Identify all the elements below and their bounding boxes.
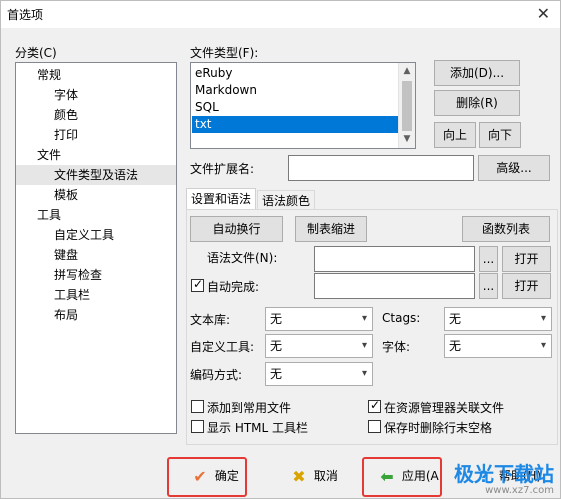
file-type-item[interactable]: Markdown [192, 82, 399, 99]
file-type-item[interactable]: SQL [192, 99, 399, 116]
chevron-down-icon: ▾ [361, 340, 367, 351]
ctags-select[interactable]: 无 ▾ [444, 307, 552, 331]
chevron-down-icon: ▾ [361, 313, 367, 324]
category-label: 分类(C) [15, 46, 57, 60]
ctags-value: 无 [449, 312, 462, 326]
scroll-up-icon[interactable]: ▲ [399, 63, 415, 80]
trim-trailing-checkbox[interactable] [368, 420, 381, 433]
tree-item[interactable]: 文件 [16, 145, 176, 165]
add-common-checkbox[interactable] [191, 400, 204, 413]
file-type-item[interactable]: eRuby [192, 65, 399, 82]
tab-syntax-color[interactable]: 语法颜色 [257, 190, 316, 210]
chevron-down-icon: ▾ [361, 368, 367, 379]
explorer-assoc-checkbox[interactable]: ✓ [368, 398, 381, 413]
title-bar: 首选项 ✕ [1, 1, 560, 28]
auto-complete-open-button[interactable]: 打开 [502, 273, 551, 299]
chevron-down-icon: ▾ [540, 313, 546, 324]
file-type-label: 文件类型(F): [190, 46, 259, 60]
scroll-down-icon[interactable]: ▼ [399, 131, 415, 148]
auto-complete-checkbox[interactable]: ✓ [191, 277, 204, 292]
tree-item[interactable]: 布局 [16, 305, 176, 325]
cancel-label: 取消 [313, 469, 338, 483]
tree-item[interactable]: 键盘 [16, 245, 176, 265]
close-icon[interactable]: ✕ [537, 4, 550, 23]
add-file-type-button[interactable]: 添加(D)... [434, 60, 520, 86]
tree-item[interactable]: 模板 [16, 185, 176, 205]
custom-tool-label: 自定义工具: [190, 340, 255, 354]
auto-wrap-button[interactable]: 自动换行 [190, 216, 283, 242]
file-type-list[interactable]: eRuby Markdown SQL txt ▲ ▼ [190, 62, 416, 149]
explorer-assoc-label: 在资源管理器关联文件 [384, 401, 505, 415]
auto-complete-input[interactable] [314, 273, 475, 299]
auto-complete-browse-button[interactable]: ... [479, 273, 498, 299]
syntax-file-browse-button[interactable]: ... [479, 246, 498, 272]
tab-indent-button[interactable]: 制表缩进 [295, 216, 367, 242]
cancel-button[interactable]: ✖ 取消 [288, 461, 338, 491]
syntax-file-open-button[interactable]: 打开 [502, 246, 551, 272]
move-down-button[interactable]: 向下 [479, 122, 521, 148]
library-select[interactable]: 无 ▾ [265, 307, 373, 331]
syntax-file-label: 语法文件(N): [207, 251, 278, 265]
library-value: 无 [270, 312, 283, 326]
preferences-dialog: 首选项 ✕ 分类(C) 常规 字体 颜色 打印 文件 文件类型及语法 模板 工具 自定义工具 键盘… [0, 0, 561, 499]
chevron-down-icon: ▾ [540, 340, 546, 351]
auto-complete-label: 自动完成: [207, 280, 260, 294]
font-value: 无 [449, 339, 462, 353]
tree-item[interactable]: 打印 [16, 125, 176, 145]
encoding-label: 编码方式: [190, 368, 243, 382]
tree-item[interactable]: 工具 [16, 205, 176, 225]
category-tree[interactable]: 常规 字体 颜色 打印 文件 文件类型及语法 模板 工具 自定义工具 键盘 拼写检查 工具栏 布局 [15, 62, 177, 434]
syntax-file-input[interactable] [314, 246, 475, 272]
html-toolbar-checkbox[interactable] [191, 420, 204, 433]
html-toolbar-label: 显示 HTML 工具栏 [207, 421, 309, 435]
encoding-value: 无 [270, 367, 283, 381]
custom-tool-select[interactable]: 无 ▾ [265, 334, 373, 358]
cancel-x-icon: ✖ [292, 466, 306, 486]
extension-label: 文件扩展名: [190, 162, 255, 176]
font-label: 字体: [382, 340, 411, 354]
watermark-url: www.xz7.com [485, 485, 554, 496]
scroll-thumb[interactable] [402, 81, 412, 131]
tree-item[interactable]: 工具栏 [16, 285, 176, 305]
custom-tool-value: 无 [270, 339, 283, 353]
tree-item[interactable]: 字体 [16, 85, 176, 105]
font-select[interactable]: 无 ▾ [444, 334, 552, 358]
watermark: 极光下载站 www.xz7.com [454, 463, 554, 496]
function-list-button[interactable]: 函数列表 [462, 216, 550, 242]
tree-item[interactable]: 颜色 [16, 105, 176, 125]
encoding-select[interactable]: 无 ▾ [265, 362, 373, 386]
window-title: 首选项 [7, 8, 44, 22]
extension-input[interactable] [288, 155, 474, 181]
highlight-ok [167, 457, 247, 497]
tab-syntax-settings[interactable]: 设置和语法 [186, 188, 257, 211]
file-type-scrollbar[interactable]: ▲ ▼ [398, 63, 415, 148]
trim-trailing-label: 保存时删除行末空格 [384, 421, 493, 435]
check-icon: ✓ [193, 277, 204, 291]
delete-file-type-button[interactable]: 删除(R) [434, 90, 520, 116]
tree-item[interactable]: 自定义工具 [16, 225, 176, 245]
add-common-label: 添加到常用文件 [207, 401, 292, 415]
move-up-button[interactable]: 向上 [434, 122, 476, 148]
tree-item[interactable]: 常规 [16, 65, 176, 85]
watermark-title: 极光下载站 [454, 462, 554, 486]
check-icon: ✓ [370, 398, 381, 412]
ctags-label: Ctags: [382, 311, 421, 325]
file-type-item-selected[interactable]: txt [192, 116, 399, 133]
highlight-apply [362, 457, 442, 497]
tree-item[interactable]: 文件类型及语法 [16, 165, 176, 185]
advanced-button[interactable]: 高级... [478, 155, 550, 181]
tree-item[interactable]: 拼写检查 [16, 265, 176, 285]
library-label: 文本库: [190, 313, 231, 327]
